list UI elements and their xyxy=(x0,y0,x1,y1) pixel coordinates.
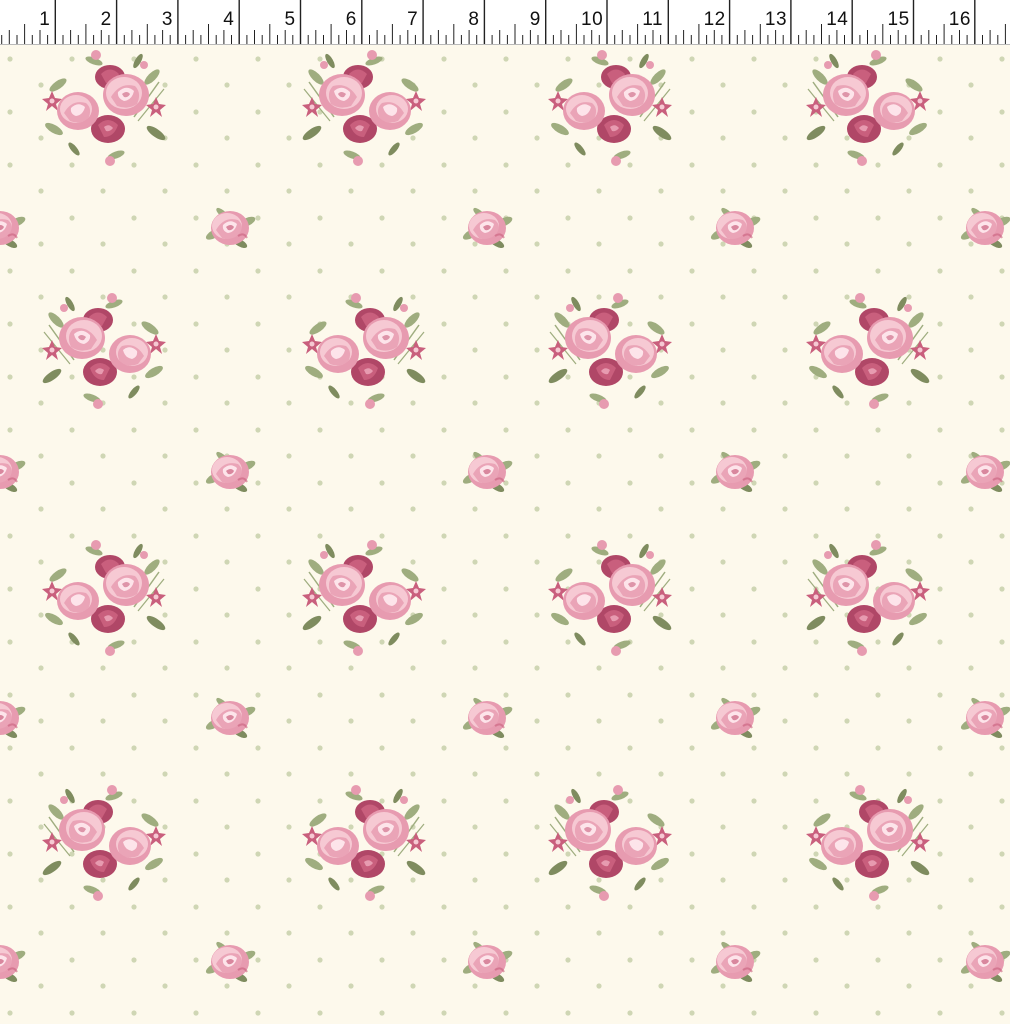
ruler-number-8: 8 xyxy=(468,9,480,30)
floral-pattern xyxy=(0,45,1010,1024)
polka-dot-layer xyxy=(0,45,1010,1024)
ruler-number-11: 11 xyxy=(642,9,664,30)
ruler-number-10: 10 xyxy=(581,9,604,30)
ruler-number-5: 5 xyxy=(284,9,296,30)
ruler-number-14: 14 xyxy=(826,9,849,30)
fabric-swatch-page: 1 2 3 4 5 6 7 8 9 10 11 12 13 14 15 16 xyxy=(0,0,1010,1024)
ruler-number-12: 12 xyxy=(703,9,726,30)
ruler-number-9: 9 xyxy=(529,9,541,30)
ruler-number-3: 3 xyxy=(161,9,173,30)
ruler-number-6: 6 xyxy=(345,9,357,30)
inch-ruler: 1 2 3 4 5 6 7 8 9 10 11 12 13 14 15 16 xyxy=(0,0,1010,45)
ruler-number-2: 2 xyxy=(100,9,112,30)
ruler-number-4: 4 xyxy=(223,9,235,30)
floral-fabric-print xyxy=(0,45,1010,1024)
ruler-number-13: 13 xyxy=(764,9,788,30)
ruler-ticks xyxy=(1,0,1006,44)
ruler-number-1: 1 xyxy=(39,9,51,30)
ruler-number-7: 7 xyxy=(407,9,419,30)
ruler-number-15: 15 xyxy=(887,9,910,30)
ruler-number-16: 16 xyxy=(948,9,971,30)
